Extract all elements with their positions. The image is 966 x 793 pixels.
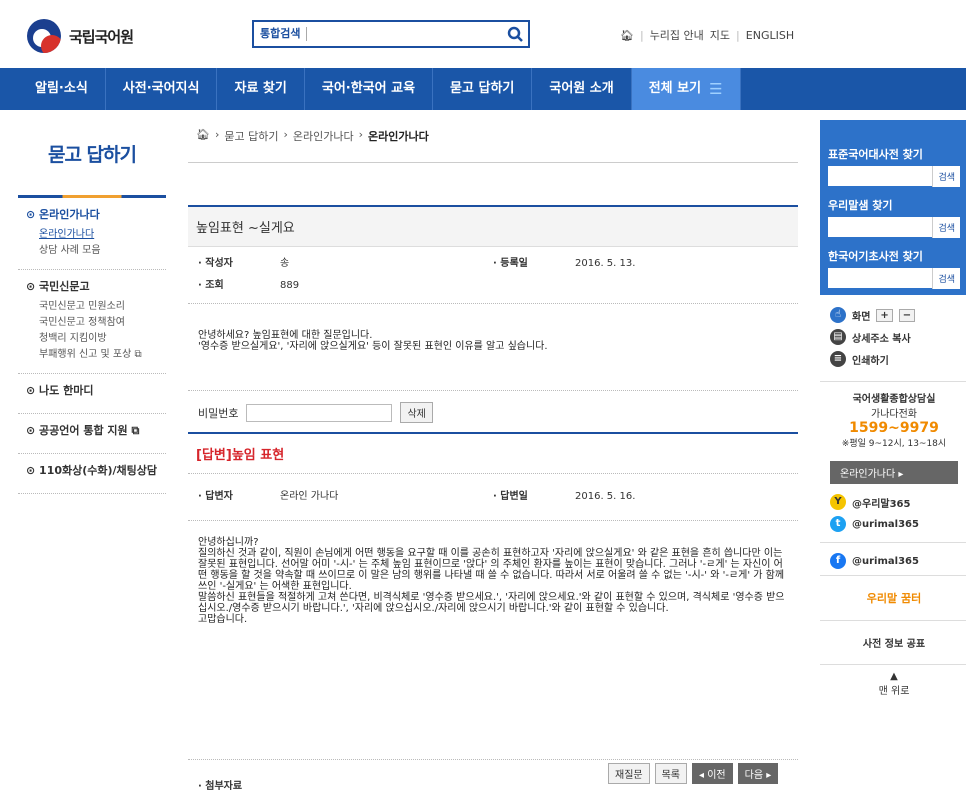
sns-facebook[interactable]: f @urimal365 bbox=[830, 553, 958, 569]
yellow-id-icon: Y bbox=[830, 494, 846, 510]
delete-button[interactable]: 삭제 bbox=[400, 402, 433, 423]
breadcrumb: 🏠︎ › 묻고 답하기 › 온라인가나다 › 온라인가나다 bbox=[196, 128, 429, 144]
facebook-icon: f bbox=[830, 553, 846, 569]
sidebar-item[interactable]: 국민신문고 정책참여 bbox=[26, 315, 166, 331]
logo-mark-icon bbox=[27, 19, 61, 53]
dict-title: 우리말샘 찾기 bbox=[828, 199, 893, 212]
link-map[interactable]: 지도 bbox=[710, 27, 730, 43]
sidebar: 묻고 답하기 ⊙ 온라인가나다 온라인가나다 상담 사례 모음 ⊙ 국민신문고 … bbox=[18, 120, 166, 494]
dict-input[interactable] bbox=[828, 268, 933, 288]
password-label: 비밀번호 bbox=[198, 406, 239, 420]
twitter-icon: t bbox=[830, 516, 846, 532]
sidebar-group-sinmungo: ⊙ 국민신문고 국민신문고 민원소리 국민신문고 정책참여 청백리 지킴이방 부… bbox=[18, 270, 166, 374]
home-icon[interactable]: 🏠︎ bbox=[196, 128, 210, 144]
list-button[interactable]: 목록 bbox=[654, 763, 688, 784]
password-row: 비밀번호 삭제 bbox=[198, 402, 433, 423]
nav-dict[interactable]: 사전·국어지식 bbox=[106, 68, 218, 110]
next-button[interactable]: 다음 ▸ bbox=[737, 763, 779, 784]
sidebar-group[interactable]: ⊙ 공공언어 통합 지원 ⧉ bbox=[18, 414, 166, 454]
print-icon: ≡ bbox=[830, 351, 846, 367]
question: 높임표현 ~실게요 · 작성자 송 · 등록일 2016. 5. 13. · 조회 8… bbox=[188, 205, 798, 403]
question-body: 안녕하세요? 높임표현에 대한 질문입니다. '영수증 받으실게요', '자리에… bbox=[188, 303, 798, 403]
search-box: 통합검색 bbox=[252, 20, 530, 48]
dict-title: 표준국어대사전 찾기 bbox=[828, 148, 923, 161]
sidebar-item[interactable]: 부패행위 신고 및 포상 ⧉ bbox=[26, 347, 166, 363]
right-sidebar: 표준국어대사전 찾기 검색 우리말샘 찾기 검색 한국어기초사전 찾기 검색 ☝… bbox=[820, 120, 966, 703]
sidebar-title: 묻고 답하기 bbox=[47, 144, 137, 166]
answer-author: 온라인 가나다 bbox=[280, 491, 339, 502]
top-links: 🏠︎ | 누리집 안내 지도 | ENGLISH bbox=[620, 27, 795, 43]
dict-input[interactable] bbox=[828, 217, 933, 237]
sns-twitter[interactable]: t @urimal365 bbox=[830, 516, 958, 532]
question-title: 높임표현 ~실게요 bbox=[188, 205, 798, 246]
nav-edu[interactable]: 국어·한국어 교육 bbox=[305, 68, 434, 110]
sns-yellow[interactable]: Y @우리말365 bbox=[830, 494, 958, 510]
sidebar-item-online[interactable]: 온라인가나다 bbox=[26, 227, 166, 243]
search-label: 통합검색 bbox=[254, 27, 308, 41]
home-icon[interactable]: 🏠︎ bbox=[620, 29, 634, 42]
online-button[interactable]: 온라인가나다 ▸ bbox=[830, 461, 958, 484]
divider bbox=[188, 390, 798, 391]
dict-search-button[interactable]: 검색 bbox=[932, 217, 960, 238]
bottom-buttons: 재질문 목록 ◂ 이전 다음 ▸ bbox=[608, 763, 779, 784]
answer-date: 2016. 5. 16. bbox=[575, 491, 636, 502]
search-icon[interactable] bbox=[502, 22, 528, 46]
sidebar-group-online: ⊙ 온라인가나다 온라인가나다 상담 사례 모음 bbox=[18, 198, 166, 270]
logo-text: 국립국어원 bbox=[69, 27, 134, 46]
dict-title: 한국어기초사전 찾기 bbox=[828, 250, 923, 263]
nav-about[interactable]: 국어원 소개 bbox=[532, 68, 632, 110]
requestion-button[interactable]: 재질문 bbox=[608, 763, 650, 784]
nav-qna[interactable]: 묻고 답하기 bbox=[433, 68, 533, 110]
dict-search: 표준국어대사전 찾기 검색 우리말샘 찾기 검색 한국어기초사전 찾기 검색 bbox=[820, 120, 966, 295]
sidebar-group[interactable]: ⊙ 나도 한마디 bbox=[18, 374, 166, 414]
link-english[interactable]: ENGLISH bbox=[746, 29, 794, 42]
copy-icon: ▤ bbox=[830, 329, 846, 345]
nav-news[interactable]: 알림·소식 bbox=[18, 68, 106, 110]
nav-all[interactable]: 전체 보기 ☰ bbox=[631, 68, 741, 110]
zoom-tool[interactable]: ☝ 화면 + − bbox=[820, 307, 966, 323]
author: 송 bbox=[280, 258, 290, 269]
date: 2016. 5. 13. bbox=[575, 258, 636, 269]
answer-body: 안녕하십니까? 질의하신 것과 같이, 직원이 손님에게 어떤 행동을 요구할 … bbox=[198, 537, 785, 625]
menu-icon: ☰ bbox=[709, 80, 723, 98]
publication-banner[interactable]: 사전 정보 공표 bbox=[820, 620, 966, 664]
kkumter-banner[interactable]: 우리말 꿈터 bbox=[820, 575, 966, 620]
sidebar-group[interactable]: ⊙ 110화상(수화)/채팅상담 bbox=[18, 454, 166, 494]
sns: Y @우리말365 t @urimal365 f @urimal365 bbox=[820, 488, 966, 569]
divider bbox=[188, 162, 798, 163]
phone-number: 1599~9979 bbox=[849, 420, 939, 436]
crumb-current: 온라인가나다 bbox=[368, 130, 429, 143]
sidebar-group-title[interactable]: ⊙ 국민신문고 bbox=[26, 278, 166, 294]
sidebar-item-cases[interactable]: 상담 사례 모음 bbox=[26, 243, 166, 259]
password-input[interactable] bbox=[246, 403, 393, 422]
dict-search-button[interactable]: 검색 bbox=[932, 268, 960, 289]
print[interactable]: ≡ 인쇄하기 bbox=[820, 351, 966, 367]
views: 889 bbox=[280, 280, 300, 291]
nav-data[interactable]: 자료 찾기 bbox=[217, 68, 305, 110]
sidebar-item[interactable]: 국민신문고 민원소리 bbox=[26, 299, 166, 315]
main-nav: 알림·소식 사전·국어지식 자료 찾기 국어·한국어 교육 묻고 답하기 국어원… bbox=[0, 68, 966, 110]
sidebar-item[interactable]: 청백리 지킴이방 bbox=[26, 331, 166, 347]
dict-input[interactable] bbox=[828, 166, 933, 186]
nav-all-label: 전체 보기 bbox=[648, 81, 702, 96]
top-button[interactable]: ▲ 맨 위로 bbox=[820, 664, 966, 703]
answer-title: [답변]높임 표현 bbox=[188, 432, 798, 473]
sidebar-group-title[interactable]: ⊙ 온라인가나다 bbox=[26, 206, 166, 222]
dict-search-button[interactable]: 검색 bbox=[932, 166, 960, 187]
crumb-item[interactable]: 온라인가나다 bbox=[293, 128, 354, 144]
consult-center: 국어생활종합상담실 가나다전화 1599~9979 ※평일 9~12시, 13~… bbox=[820, 382, 966, 457]
copy-address[interactable]: ▤ 상세주소 복사 bbox=[820, 329, 966, 345]
search-input[interactable] bbox=[307, 23, 502, 45]
new-window-icon: ⧉ bbox=[134, 349, 142, 360]
answer: [답변]높임 표현 · 답변자 온라인 가나다 · 답변일 2016. 5. 16.… bbox=[188, 432, 798, 793]
crumb-item[interactable]: 묻고 답하기 bbox=[224, 128, 278, 144]
question-meta: · 작성자 송 · 등록일 2016. 5. 13. · 조회 889 bbox=[188, 246, 798, 303]
hand-icon: ☝ bbox=[830, 307, 846, 323]
logo[interactable]: 국립국어원 bbox=[27, 19, 134, 53]
prev-button[interactable]: ◂ 이전 bbox=[692, 763, 733, 784]
link-guide[interactable]: 누리집 안내 bbox=[650, 27, 704, 43]
new-window-icon: ⧉ bbox=[131, 424, 140, 437]
answer-meta: · 답변자 온라인 가나다 · 답변일 2016. 5. 16. bbox=[188, 473, 798, 521]
